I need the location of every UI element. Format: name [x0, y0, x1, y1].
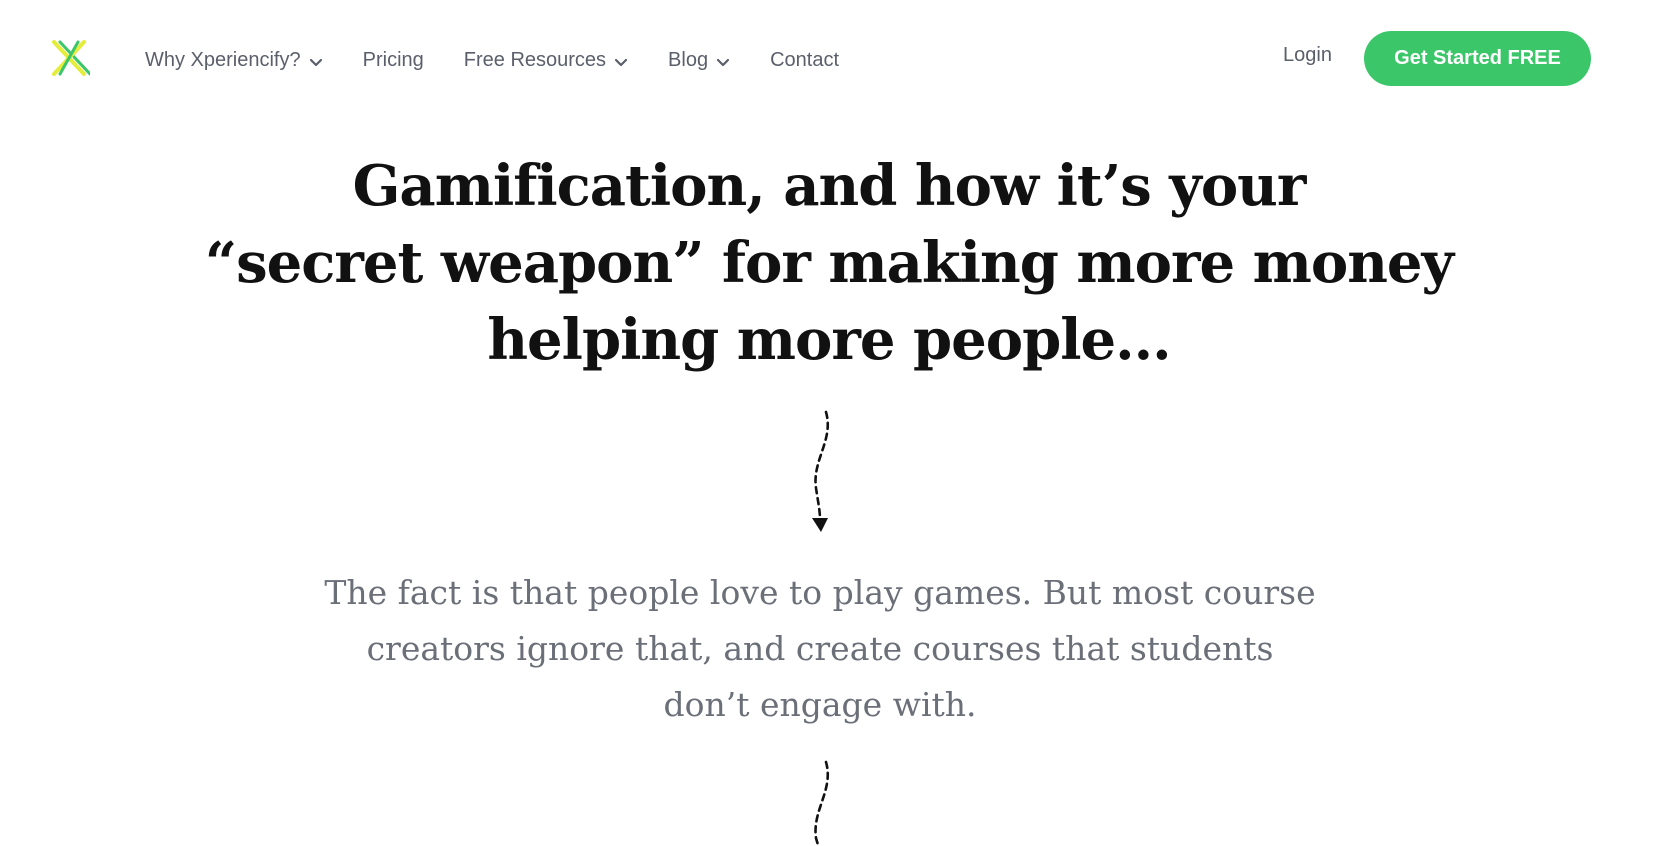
- nav-item-contact[interactable]: Contact: [770, 49, 839, 72]
- nav-item-blog[interactable]: Blog: [668, 49, 730, 72]
- nav-item-label: Pricing: [362, 48, 424, 71]
- nav-item-pricing[interactable]: Pricing: [363, 49, 424, 72]
- chevron-down-icon: [614, 53, 628, 67]
- get-started-free-button[interactable]: Get Started FREE: [1364, 31, 1591, 86]
- xperiencify-logo-icon[interactable]: [50, 38, 92, 78]
- dashed-arrow-down-icon: [790, 760, 850, 846]
- chevron-down-icon: [716, 53, 730, 67]
- dashed-arrow-down-icon: [790, 410, 850, 540]
- main-nav: Why Xperiencify? Pricing Free Resources …: [145, 40, 879, 80]
- chevron-down-icon: [309, 53, 323, 67]
- site-header: Why Xperiencify? Pricing Free Resources …: [0, 0, 1658, 120]
- headline-highlight: Gamification: [353, 148, 748, 225]
- headline-line-3: helping more people...: [487, 307, 1171, 373]
- nav-item-label: Free Resources: [463, 48, 607, 71]
- hero-headline: Gamification, and how it’s your “secret …: [0, 148, 1658, 379]
- nav-item-label: Blog: [668, 48, 709, 71]
- nav-item-why-xperiencify[interactable]: Why Xperiencify?: [145, 49, 323, 72]
- nav-item-label: Why Xperiencify?: [145, 48, 301, 71]
- nav-item-label: Contact: [770, 48, 840, 71]
- nav-item-free-resources[interactable]: Free Resources: [464, 49, 628, 72]
- headline-line-1: Gamification, and how it’s your: [0, 148, 1658, 225]
- headline-line-2: “secret weapon” for making more money: [204, 230, 1454, 296]
- login-link[interactable]: Login: [1283, 44, 1332, 67]
- hero-intro-text: The fact is that people love to play gam…: [324, 573, 1316, 724]
- headline-line-1-rest: , and how it’s your: [746, 153, 1306, 219]
